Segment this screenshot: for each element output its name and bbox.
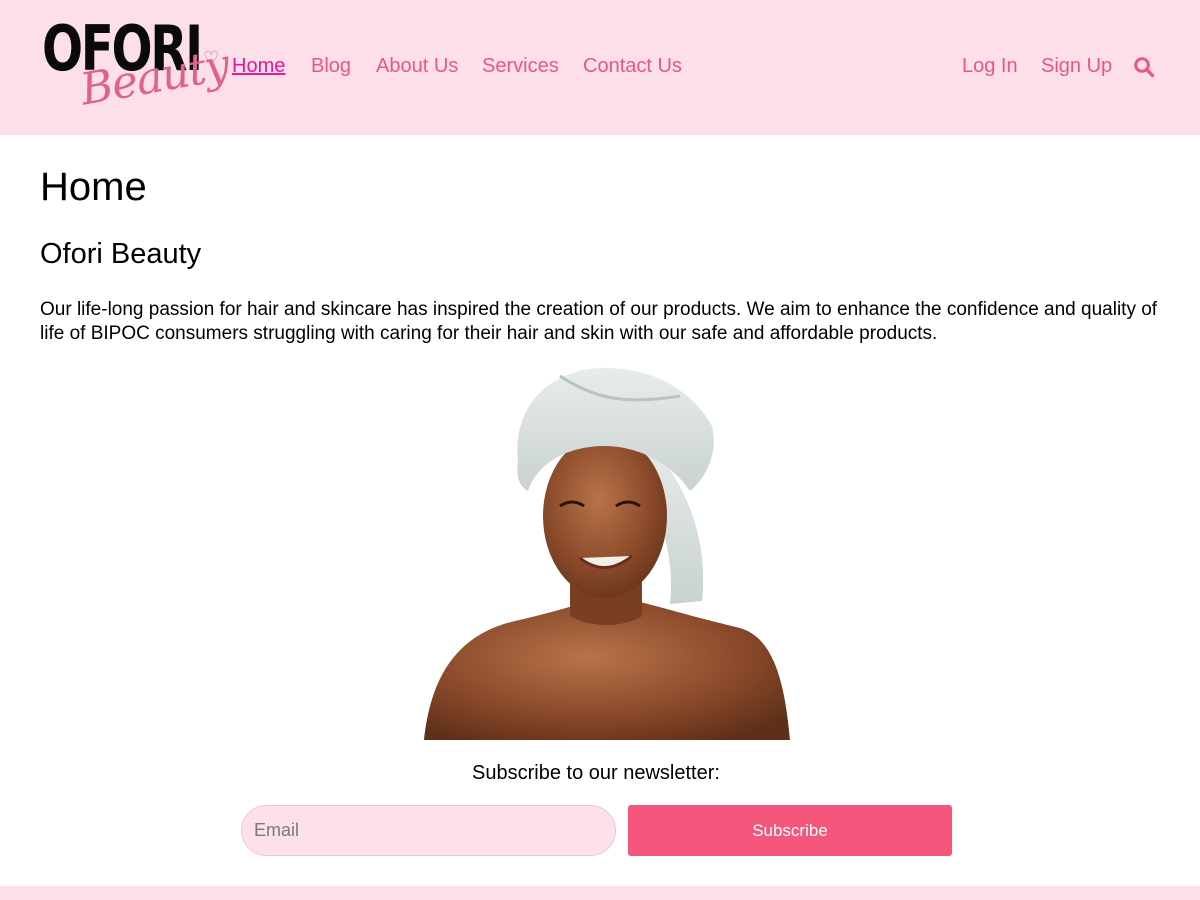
footer-strip [0, 886, 1200, 900]
intro-paragraph: Our life-long passion for hair and skinc… [40, 299, 1158, 344]
site-header: OFORI Beauty ♡ Home Blog About Us Servic… [0, 0, 1200, 135]
login-link[interactable]: Log In [962, 54, 1018, 78]
hero-image [420, 366, 792, 740]
nav-contact-us[interactable]: Contact Us [583, 54, 682, 78]
section-title: Ofori Beauty [40, 238, 202, 270]
nav-services[interactable]: Services [482, 54, 559, 78]
subscribe-button[interactable]: Subscribe [628, 805, 952, 856]
email-field[interactable] [241, 805, 616, 856]
woman-with-towel-photo [424, 367, 790, 740]
page-title: Home [40, 165, 147, 209]
nav-blog[interactable]: Blog [311, 54, 351, 78]
nav-about-us[interactable]: About Us [376, 54, 458, 78]
newsletter-label: Subscribe to our newsletter: [472, 762, 720, 784]
search-icon[interactable] [1133, 56, 1155, 78]
heart-icon: ♡ [203, 48, 220, 68]
site-logo[interactable]: OFORI Beauty ♡ [40, 18, 233, 118]
signup-link[interactable]: Sign Up [1041, 54, 1112, 78]
nav-home[interactable]: Home [232, 54, 285, 78]
